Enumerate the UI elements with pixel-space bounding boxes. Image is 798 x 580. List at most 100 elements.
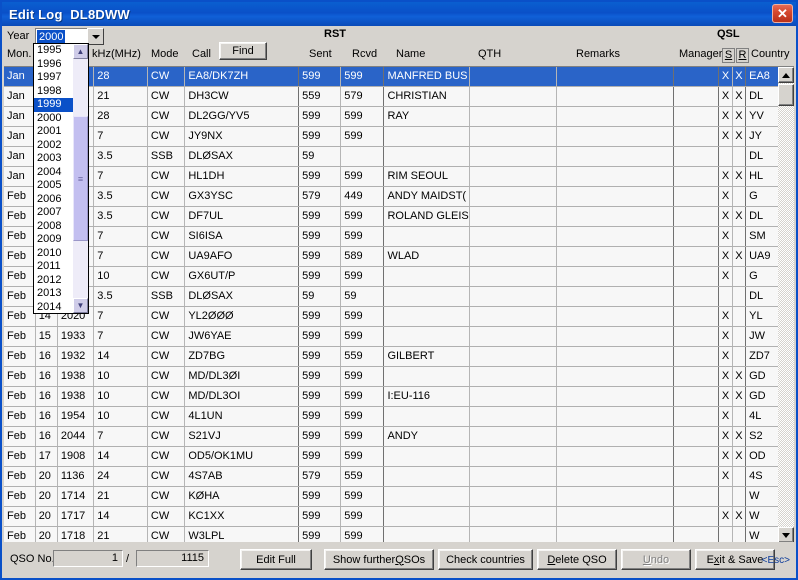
cell-remarks[interactable] [556,387,675,406]
cell-qth[interactable] [469,367,557,386]
cell-time[interactable]: 2044 [57,427,95,446]
cell-mon[interactable]: Feb [4,527,36,542]
cell-qsl-r[interactable]: X [732,387,747,406]
year-option-2007[interactable]: 2007 [34,206,74,220]
cell-qsl-r[interactable]: X [732,107,747,126]
cell-rcvd[interactable]: 599 [341,407,385,426]
cell-sent[interactable]: 599 [299,367,342,386]
cell-mode[interactable]: CW [147,467,186,486]
cell-remarks[interactable] [556,527,675,542]
cell-time[interactable]: 1938 [57,387,95,406]
year-option-1999[interactable]: 1999 [34,98,74,112]
cell-mon[interactable]: Feb [4,247,36,266]
cell-remarks[interactable] [556,407,675,426]
cell-qsl-s[interactable]: X [719,427,733,446]
cell-qth[interactable] [469,207,557,226]
cell-mode[interactable]: CW [147,247,186,266]
table-row[interactable]: Feb 10 CW GX6UT/P 599 599 X G [4,267,794,287]
cell-khz[interactable]: 24 [94,467,148,486]
cell-mon[interactable]: Jan [4,87,36,106]
cell-day[interactable]: 20 [35,527,58,542]
cell-mon[interactable]: Jan [4,67,36,86]
cell-sent[interactable]: 599 [299,347,342,366]
cell-day[interactable]: 20 [35,467,58,486]
cell-qsl-s[interactable]: X [719,227,733,246]
qso-table[interactable]: Jan 28 CW EA8/DK7ZH 599 599 MANFRED BUS X X EA8 Ja… [4,66,794,542]
cell-day[interactable]: 20 [35,507,58,526]
table-row[interactable]: Feb 16 1938 10 CW MD/DL3ØI 599 599 X X GD [4,367,794,387]
cell-rcvd[interactable]: 589 [341,247,385,266]
cell-manager[interactable] [674,427,720,446]
cell-remarks[interactable] [556,107,675,126]
cell-mode[interactable]: CW [147,387,186,406]
cell-sent[interactable]: 599 [299,527,342,542]
cell-rcvd[interactable]: 599 [341,127,385,146]
cell-sent[interactable]: 599 [299,447,342,466]
cell-day[interactable]: 16 [35,427,58,446]
cell-rcvd[interactable]: 599 [341,227,385,246]
year-option-2004[interactable]: 2004 [34,166,74,180]
cell-sent[interactable]: 599 [299,127,342,146]
cell-khz[interactable]: 7 [94,227,148,246]
cell-name[interactable]: ANDY [384,427,470,446]
year-option-1995[interactable]: 1995 [34,44,74,58]
cell-time[interactable]: 1718 [57,527,95,542]
cell-sent[interactable]: 599 [299,247,342,266]
cell-qsl-s[interactable] [719,287,733,306]
cell-qsl-r[interactable]: X [732,447,747,466]
cell-mon[interactable]: Feb [4,187,36,206]
cell-rcvd[interactable]: 599 [341,427,385,446]
cell-time[interactable]: 1908 [57,447,95,466]
cell-sent[interactable]: 599 [299,227,342,246]
cell-khz[interactable]: 10 [94,407,148,426]
cell-name[interactable]: CHRISTIAN [384,87,470,106]
cell-qth[interactable] [469,147,557,166]
cell-day[interactable]: 15 [35,327,58,346]
header-col-mode[interactable]: Mode [151,48,179,60]
cell-remarks[interactable] [556,267,675,286]
scroll-up-icon[interactable] [778,67,794,83]
cell-qth[interactable] [469,407,557,426]
cell-remarks[interactable] [556,467,675,486]
cell-khz[interactable]: 3.5 [94,187,148,206]
table-row[interactable]: Feb 20 1714 21 CW KØHA 599 599 W [4,487,794,507]
cell-qsl-r[interactable]: X [732,247,747,266]
cell-qsl-s[interactable]: X [719,127,733,146]
year-option-2005[interactable]: 2005 [34,179,74,193]
cell-mode[interactable]: CW [147,407,186,426]
cell-day[interactable]: 16 [35,367,58,386]
cell-call[interactable]: KØHA [185,487,300,506]
cell-qth[interactable] [469,87,557,106]
scrollbar-thumb[interactable] [778,84,794,106]
cell-manager[interactable] [674,167,720,186]
cell-call[interactable]: S21VJ [185,427,300,446]
cell-call[interactable]: EA8/DK7ZH [185,67,300,86]
header-col-rcvd[interactable]: Rcvd [352,48,377,60]
cell-khz[interactable]: 7 [94,167,148,186]
year-option-2013[interactable]: 2013 [34,287,74,301]
cell-mon[interactable]: Feb [4,307,36,326]
delete-qso-button[interactable]: Delete QSO [537,549,617,570]
table-row[interactable]: Feb 14 2020 7 CW YL2ØØØ 599 599 X YL [4,307,794,327]
cell-mode[interactable]: CW [147,87,186,106]
cell-mode[interactable]: CW [147,327,186,346]
dropdown-scroll-up-icon[interactable]: ▲ [73,44,88,59]
table-row[interactable]: Feb 7 CW UA9AFO 599 589 WLAD X X UA9 [4,247,794,267]
year-option-2012[interactable]: 2012 [34,274,74,288]
cell-manager[interactable] [674,227,720,246]
cell-rcvd[interactable]: 599 [341,507,385,526]
cell-mon[interactable]: Feb [4,387,36,406]
cell-remarks[interactable] [556,167,675,186]
cell-call[interactable]: DF7UL [185,207,300,226]
header-col-khz[interactable]: kHz(MHz) [92,48,141,60]
cell-manager[interactable] [674,507,720,526]
cell-sent[interactable]: 599 [299,327,342,346]
cell-remarks[interactable] [556,227,675,246]
cell-qth[interactable] [469,387,557,406]
cell-qsl-r[interactable] [732,407,747,426]
year-option-2003[interactable]: 2003 [34,152,74,166]
cell-mode[interactable]: CW [147,227,186,246]
cell-sent[interactable]: 579 [299,467,342,486]
header-col-qsl_r[interactable]: R [736,48,749,63]
cell-mon[interactable]: Feb [4,487,36,506]
